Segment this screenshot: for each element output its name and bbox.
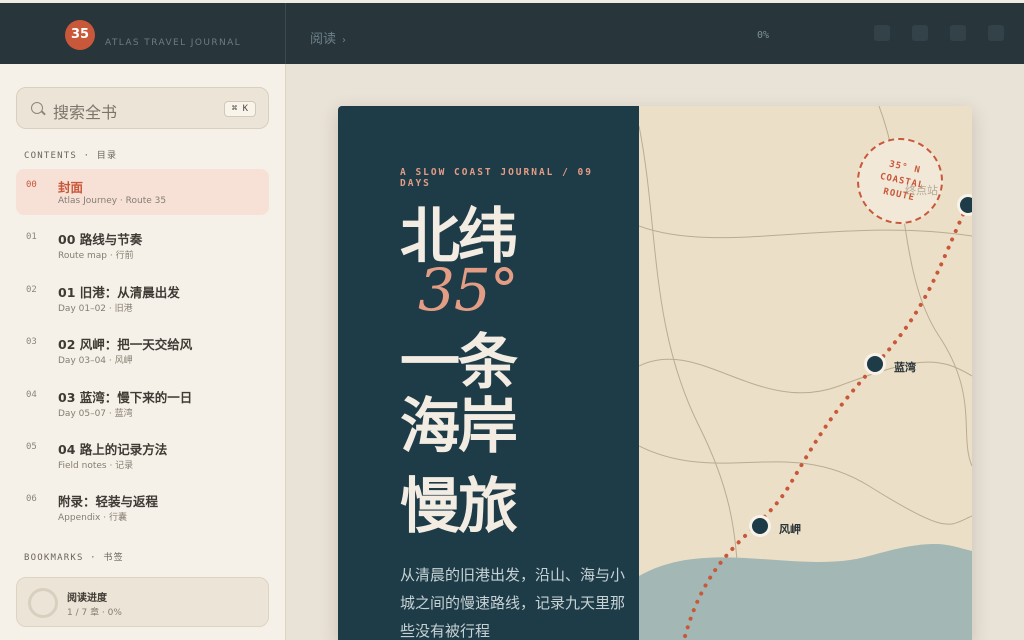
toc-item-subtitle: Field notes · 记录 bbox=[58, 460, 134, 471]
reading-percent: 0% bbox=[757, 30, 770, 41]
toolbar-icons bbox=[874, 25, 1004, 41]
toc-item[interactable]: 05 04 路上的记录方法 Field notes · 记录 bbox=[16, 431, 269, 477]
toc-item-number: 01 bbox=[26, 232, 37, 243]
bookmarks-heading: BOOKMARKS · 书签 bbox=[24, 553, 124, 563]
city-label-fengjia: 风岬 bbox=[779, 523, 801, 536]
sidebar: 搜索全书 ⌘ K CONTENTS · 目录 00 封面 Atlas Journey… bbox=[0, 64, 286, 640]
cover-title-panel: A SLOW COAST JOURNAL / 09 DAYS 北纬 35° 一条… bbox=[338, 106, 639, 640]
reader-stage: A SLOW COAST JOURNAL / 09 DAYS 北纬 35° 一条… bbox=[287, 64, 1024, 640]
toc-item[interactable]: 01 00 路线与节奏 Route map · 行前 bbox=[16, 221, 269, 267]
breadcrumb-root[interactable]: 阅读 bbox=[310, 32, 336, 47]
shortcut-hint: ⌘ K bbox=[223, 101, 256, 117]
reading-progress-card[interactable]: 阅读进度 1 / 7 章 · 0% bbox=[16, 577, 269, 627]
route-map: 35° N COASTAL ROUTE 终点站 蓝湾 风岬 bbox=[639, 106, 972, 640]
top-bar: 35 ATLAS TRAVEL JOURNAL 阅读 › 0% bbox=[0, 0, 1024, 64]
toc-item-subtitle: Route map · 行前 bbox=[58, 251, 134, 262]
progress-ring-icon bbox=[28, 588, 58, 618]
city-marker-terminal bbox=[957, 194, 972, 216]
cover-title-number: 35° bbox=[418, 256, 519, 324]
font-size-icon[interactable] bbox=[874, 25, 890, 41]
cover-title-line2: 一条 bbox=[400, 328, 518, 398]
settings-icon[interactable] bbox=[988, 25, 1004, 41]
toc-item-number: 06 bbox=[26, 494, 37, 505]
toc-item-title: 02 风岬：把一天交给风 bbox=[58, 337, 193, 353]
toc-item-subtitle: Appendix · 行囊 bbox=[58, 513, 127, 524]
theme-icon[interactable] bbox=[950, 25, 966, 41]
toc-item-title: 00 路线与节奏 bbox=[58, 232, 143, 248]
toc-item-number: 03 bbox=[26, 337, 37, 348]
progress-title: 阅读进度 bbox=[67, 593, 107, 604]
toc-item-title: 附录：轻装与返程 bbox=[58, 494, 159, 510]
toc-item-subtitle: Day 03–04 · 风岬 bbox=[58, 356, 133, 367]
cover-title-line4: 慢旅 bbox=[400, 472, 518, 542]
toc-item[interactable]: 04 03 蓝湾：慢下来的一日 Day 05–07 · 蓝湾 bbox=[16, 379, 269, 425]
toc-item-title: 01 旧港：从清晨出发 bbox=[58, 284, 180, 300]
toc-item-title: 封面 bbox=[58, 180, 84, 195]
cover-kicker: A SLOW COAST JOURNAL / 09 DAYS bbox=[400, 167, 593, 189]
toc-item-number: 02 bbox=[26, 284, 37, 295]
terminal-label: 终点站 bbox=[905, 184, 938, 197]
toc-item[interactable]: 00 封面 Atlas Journey · Route 35 bbox=[16, 169, 269, 215]
toc-item-number: 00 bbox=[26, 180, 37, 190]
search-input[interactable]: 搜索全书 ⌘ K bbox=[16, 87, 269, 129]
brand-name: ATLAS TRAVEL JOURNAL bbox=[105, 38, 242, 48]
cover-title-line3: 海岸 bbox=[400, 392, 518, 462]
toc-item-subtitle: Atlas Journey · Route 35 bbox=[58, 196, 167, 206]
brand[interactable]: 35 ATLAS TRAVEL JOURNAL bbox=[0, 3, 286, 64]
toc-item-title: 03 蓝湾：慢下来的一日 bbox=[58, 389, 193, 405]
city-label-lanwan: 蓝湾 bbox=[894, 361, 916, 374]
search-icon bbox=[31, 102, 43, 114]
table-of-contents: 00 封面 Atlas Journey · Route 35 01 00 路线与节奏 Ro… bbox=[16, 169, 269, 536]
toc-item-subtitle: Day 05–07 · 蓝湾 bbox=[58, 408, 133, 419]
contents-heading: CONTENTS · 目录 bbox=[24, 151, 118, 161]
city-marker-lanwan bbox=[864, 353, 886, 375]
search-placeholder: 搜索全书 bbox=[53, 103, 118, 122]
toc-item[interactable]: 03 02 风岬：把一天交给风 Day 03–04 · 风岬 bbox=[16, 326, 269, 372]
city-marker-fengjia bbox=[749, 515, 771, 537]
cover-blurb: 从清晨的旧港出发，沿山、海与小城之间的慢速路线，记录九天里那些没有被行程 bbox=[400, 566, 626, 640]
toc-item-title: 04 路上的记录方法 bbox=[58, 441, 168, 457]
book-cover-page: A SLOW COAST JOURNAL / 09 DAYS 北纬 35° 一条… bbox=[338, 106, 972, 640]
brand-logo-badge: 35 bbox=[65, 20, 95, 50]
toc-item-number: 05 bbox=[26, 441, 37, 452]
toc-item[interactable]: 02 01 旧港：从清晨出发 Day 01–02 · 旧港 bbox=[16, 274, 269, 320]
breadcrumb-separator: › bbox=[342, 35, 347, 46]
toc-item[interactable]: 06 附录：轻装与返程 Appendix · 行囊 bbox=[16, 483, 269, 529]
bookmark-icon[interactable] bbox=[912, 25, 928, 41]
toc-item-number: 04 bbox=[26, 389, 37, 400]
progress-subtitle: 1 / 7 章 · 0% bbox=[67, 608, 122, 618]
toc-item-subtitle: Day 01–02 · 旧港 bbox=[58, 303, 133, 314]
breadcrumb: 阅读 › bbox=[310, 28, 352, 47]
